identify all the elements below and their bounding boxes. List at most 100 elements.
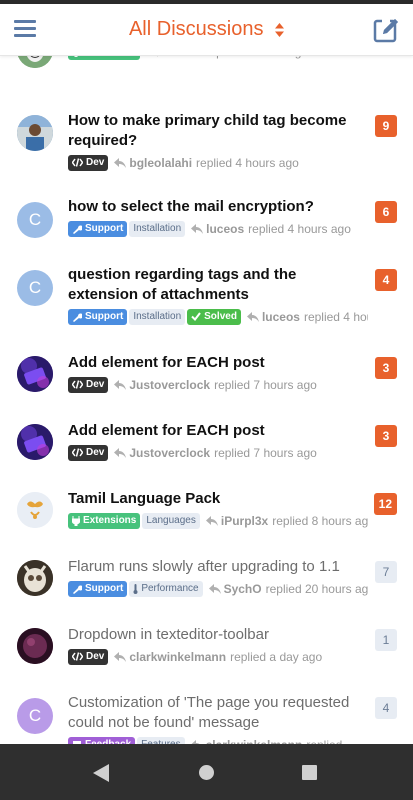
tag-languages[interactable]: Languages (142, 512, 200, 529)
tag-dev[interactable]: Dev (68, 376, 109, 393)
reply-icon (246, 311, 259, 322)
discussion-meta: Support Performance SychO replied 20 hours … (68, 580, 368, 597)
tag-performance[interactable]: Performance (129, 580, 203, 597)
code-icon (72, 380, 86, 389)
last-reply[interactable]: clarkwinkelmann replied a day ago (114, 650, 322, 664)
wrench-icon (72, 224, 85, 234)
tag-solved[interactable]: Solved (187, 308, 241, 325)
discussion-item[interactable]: Cquestion regarding tags and the extensi… (0, 262, 413, 330)
plug-icon (72, 515, 83, 526)
avatar[interactable]: C (17, 202, 53, 238)
tag-installation[interactable]: Installation (129, 308, 186, 325)
discussion-meta: Extensions 010101 replied 3 hours ago (68, 56, 368, 60)
app-header: All Discussions (0, 4, 413, 56)
reply-time: replied 20 hours ago (265, 581, 368, 596)
avatar[interactable] (17, 115, 53, 151)
tag-label: Support (85, 223, 124, 234)
discussion-item[interactable]: Add element for EACH post Dev Justovercloc… (0, 350, 413, 418)
compose-button[interactable] (373, 16, 401, 44)
tag-label: Languages (146, 515, 196, 526)
reply-count-badge: 12 (373, 493, 397, 515)
discussion-item[interactable]: Up (A back-to-top button)Extensions01010… (0, 56, 413, 100)
reply-icon (191, 223, 204, 234)
last-reply[interactable]: SychO replied 20 hours ago (208, 581, 368, 596)
discussion-meta: Dev Justoverclock replied 7 hours ago (68, 376, 368, 393)
discussion-item[interactable]: How to make primary child tag become req… (0, 108, 413, 176)
reply-time: replied a day ago (230, 649, 323, 664)
discussion-meta: Support Installation Solved luceos replied 4… (68, 308, 368, 325)
check-icon (191, 312, 204, 321)
tag-dev[interactable]: Dev (68, 648, 109, 665)
tag-extensions[interactable]: Extensions (68, 56, 141, 60)
last-reply[interactable]: luceosreplied 4 hours ago (191, 222, 351, 236)
discussion-meta: FeedbackFeaturesclarkwinkelmannreplied (68, 736, 368, 744)
thermometer-icon (133, 583, 141, 594)
tag-feedback[interactable]: Feedback (68, 736, 136, 744)
avatar[interactable] (17, 628, 53, 664)
discussion-meta: Dev bgleolalahi replied 4 hours ago (68, 154, 368, 171)
tag-label: Extensions (83, 56, 136, 57)
avatar[interactable] (17, 492, 53, 528)
reply-icon (205, 515, 218, 526)
tag-label: Dev (86, 651, 105, 662)
last-reply[interactable]: iPurpl3x replied 8 hours ago (205, 513, 368, 528)
reply-icon (114, 379, 127, 390)
home-icon[interactable] (199, 765, 214, 780)
reply-count-badge: 4 (375, 697, 397, 719)
tag-installation[interactable]: Installation (129, 220, 186, 237)
tag-features[interactable]: Features (137, 736, 185, 744)
last-reply[interactable]: bgleolalahi replied 4 hours ago (114, 155, 299, 170)
recents-icon[interactable] (302, 765, 317, 780)
tag-support[interactable]: Support (68, 580, 128, 597)
discussion-item[interactable]: Chow to select the mail encryption? Suppo… (0, 194, 413, 262)
reply-count-badge: 1 (375, 629, 397, 651)
avatar[interactable] (17, 560, 53, 596)
discussion-title[interactable]: how to select the mail encryption? (68, 197, 358, 217)
tag-dev[interactable]: Dev (68, 444, 109, 461)
discussion-title[interactable]: Add element for EACH post (68, 353, 358, 373)
wrench-icon (72, 584, 85, 594)
tag-support[interactable]: Support (68, 220, 128, 237)
last-reply[interactable]: Justoverclock replied 7 hours ago (114, 377, 317, 392)
avatar[interactable] (17, 424, 53, 460)
discussion-item[interactable]: Add element for EACH post Dev Justovercloc… (0, 418, 413, 486)
tag-label: Installation (133, 223, 182, 234)
discussion-title[interactable]: Add element for EACH post (68, 421, 358, 441)
avatar[interactable] (17, 356, 53, 392)
discussion-filter-dropdown[interactable]: All Discussions (0, 18, 413, 41)
discussion-title[interactable]: How to make primary child tag become req… (68, 111, 358, 151)
last-reply[interactable]: Justoverclock replied 7 hours ago (114, 445, 317, 460)
tag-dev[interactable]: Dev (68, 154, 109, 171)
tag-support[interactable]: Support (68, 308, 128, 325)
reply-time: replied 7 hours ago (214, 445, 317, 460)
tag-label: Extensions (83, 515, 137, 526)
avatar[interactable]: C (17, 270, 53, 306)
discussion-title[interactable]: Tamil Language Pack (68, 489, 358, 509)
tag-extensions[interactable]: Extensions (68, 512, 141, 529)
avatar[interactable]: C (17, 698, 53, 734)
code-icon (72, 652, 86, 661)
discussion-title[interactable]: Dropdown in texteditor-toolbar (68, 625, 358, 645)
discussion-item[interactable]: C Customization of 'The page you requeste… (0, 690, 413, 744)
avatar[interactable] (17, 56, 53, 68)
reply-time: replied 8 hours ago (272, 513, 368, 528)
avatar-letter: C (28, 706, 42, 725)
sort-icon (275, 22, 285, 37)
discussion-list: Up (A back-to-top button)Extensions01010… (0, 56, 413, 744)
discussion-item[interactable]: Tamil Language Pack Extensions Languages iP… (0, 486, 413, 554)
last-reply[interactable]: 010101 replied 3 hours ago (146, 56, 308, 59)
reply-username: Justoverclock (129, 377, 211, 392)
discussion-title[interactable]: question regarding tags and the extensio… (68, 265, 358, 305)
last-reply[interactable]: luceosreplied 4 hours ago (246, 310, 368, 324)
edit-icon (373, 19, 398, 43)
reply-time: replied 4 hours ago (196, 155, 299, 170)
back-icon[interactable] (93, 764, 109, 782)
tag-label: Dev (86, 157, 105, 168)
discussion-item[interactable]: Dropdown in texteditor-toolbar Dev clarkwi… (0, 622, 413, 690)
discussion-title[interactable]: Flarum runs slowly after upgrading to 1.… (68, 557, 358, 577)
discussion-item[interactable]: Flarum runs slowly after upgrading to 1.… (0, 554, 413, 622)
reply-icon (114, 651, 127, 662)
discussion-title[interactable]: Customization of 'The page you requested… (68, 693, 358, 733)
reply-icon (208, 583, 221, 594)
reply-icon (157, 56, 159, 57)
